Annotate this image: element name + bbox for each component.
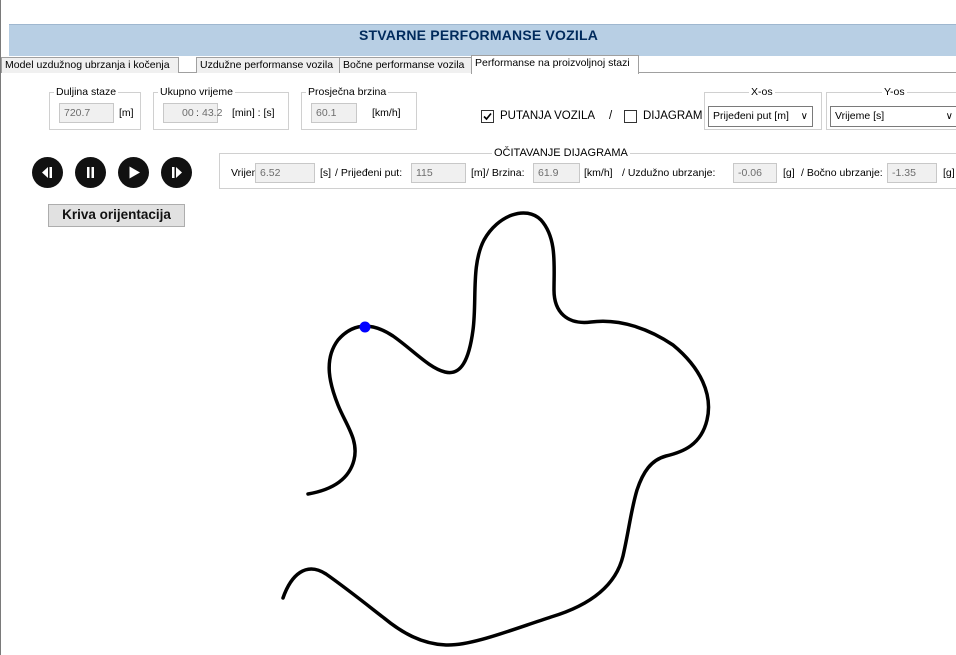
vehicle-marker [359,321,371,333]
track-path-canvas [281,211,711,647]
track-path [281,211,711,647]
application-window: STVARNE PERFORMANSE VOZILA Model uzdužno… [0,0,956,655]
tab-arbitrary-track-performance[interactable]: Performanse na proizvoljnoj stazi [471,55,639,74]
